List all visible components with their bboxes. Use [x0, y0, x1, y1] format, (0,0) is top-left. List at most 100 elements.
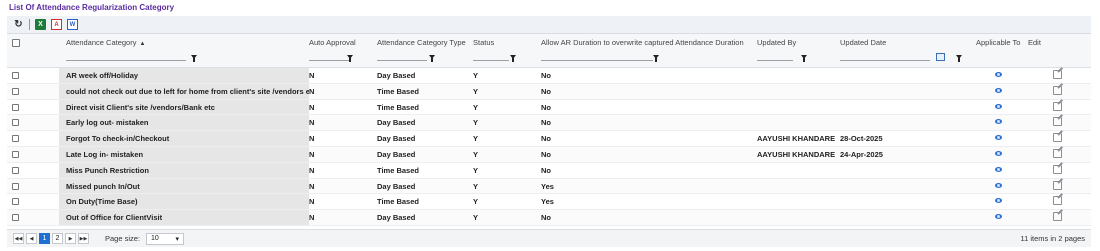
type-cell: Time Based: [377, 197, 419, 207]
edit-icon[interactable]: [1053, 164, 1062, 174]
edit-icon[interactable]: [1053, 85, 1062, 95]
refresh-icon[interactable]: ↻: [13, 19, 24, 30]
edit-icon[interactable]: [1053, 148, 1062, 158]
eye-icon[interactable]: [995, 135, 1002, 141]
allow-ar-cell: No: [541, 165, 551, 175]
calendar-icon[interactable]: [936, 53, 945, 61]
eye-icon[interactable]: [995, 198, 1002, 204]
eye-icon[interactable]: [995, 182, 1002, 188]
row-checkbox[interactable]: [12, 135, 19, 143]
eye-icon[interactable]: [995, 119, 1002, 125]
word-export-icon[interactable]: W: [67, 19, 78, 30]
category-cell: Missed punch In/Out: [59, 178, 309, 194]
auto-approval-filter-input[interactable]: [309, 60, 349, 61]
sort-ascending-icon: ▲: [139, 41, 146, 47]
row-checkbox[interactable]: [12, 150, 19, 158]
column-header-updated-by[interactable]: Updated By: [757, 38, 796, 47]
type-filter-icon[interactable]: [429, 55, 435, 62]
type-cell: Time Based: [377, 86, 419, 96]
page-size-select[interactable]: 10 ▾: [146, 232, 185, 245]
edit-icon[interactable]: [1053, 101, 1062, 111]
updated-by-filter-icon[interactable]: [801, 55, 807, 62]
edit-icon[interactable]: [1053, 133, 1062, 143]
type-cell: Day Based: [377, 149, 416, 159]
type-cell: Day Based: [377, 181, 416, 191]
allow-ar-cell: No: [541, 71, 551, 80]
grid-body: AR week off/Holiday N Day Based Y No could no…: [7, 68, 1091, 226]
type-cell: Time Based: [377, 165, 419, 175]
row-checkbox[interactable]: [12, 182, 19, 190]
eye-icon[interactable]: [995, 103, 1002, 109]
category-cell: Late Log in- mistaken: [59, 146, 309, 162]
auto-approval-cell: N: [309, 197, 315, 207]
row-checkbox[interactable]: [12, 103, 19, 111]
category-cell: Forgot To check-in/Checkout: [59, 131, 309, 146]
allow-ar-cell: No: [541, 102, 551, 112]
updated-date-filter-icon[interactable]: [956, 55, 962, 62]
status-filter-icon[interactable]: [510, 55, 516, 62]
edit-icon[interactable]: [1053, 180, 1062, 190]
status-filter-input[interactable]: [473, 60, 509, 61]
auto-approval-filter-icon[interactable]: [347, 55, 353, 62]
edit-icon[interactable]: [1053, 212, 1062, 222]
column-header-edit: Edit: [1028, 38, 1041, 47]
eye-icon[interactable]: [995, 166, 1002, 172]
type-cell: Day Based: [377, 213, 416, 223]
auto-approval-cell: N: [309, 165, 315, 175]
column-header-allow-ar[interactable]: Allow AR Duration to overwrite captured …: [541, 38, 744, 47]
allow-ar-filter-input[interactable]: [541, 60, 653, 61]
page-title: List Of Attendance Regularization Catego…: [9, 3, 175, 12]
page-1-button[interactable]: 1: [39, 233, 50, 244]
next-page-button[interactable]: ▶: [65, 233, 76, 244]
row-checkbox[interactable]: [12, 214, 19, 222]
edit-icon[interactable]: [1053, 70, 1062, 79]
grid-header: Attendance Category ▲ Auto Approval Atten…: [7, 34, 1091, 68]
allow-ar-cell: No: [541, 134, 551, 144]
column-header-status[interactable]: Status: [473, 38, 494, 47]
status-cell: Y: [473, 118, 479, 128]
column-header-updated-date[interactable]: Updated Date: [840, 38, 886, 47]
status-cell: Y: [473, 102, 479, 112]
page-2-button[interactable]: 2: [52, 233, 63, 244]
table-row: Out of Office for ClientVisit N Day Based Y…: [7, 210, 1091, 226]
updated-date-filter-input[interactable]: [840, 60, 930, 61]
row-checkbox[interactable]: [12, 87, 19, 95]
first-page-button[interactable]: ◀◀: [13, 233, 24, 244]
prev-page-button[interactable]: ◀: [26, 233, 37, 244]
type-filter-input[interactable]: [377, 60, 427, 61]
auto-approval-cell: N: [309, 134, 315, 144]
table-row: could not check out due to left for home…: [7, 83, 1091, 100]
eye-icon[interactable]: [995, 150, 1002, 156]
row-checkbox[interactable]: [12, 119, 19, 127]
eye-icon[interactable]: [995, 214, 1002, 220]
column-header-auto-approval[interactable]: Auto Approval: [309, 38, 356, 47]
edit-icon[interactable]: [1053, 196, 1062, 206]
type-cell: Day Based: [377, 118, 416, 128]
allow-ar-filter-icon[interactable]: [653, 55, 659, 62]
excel-export-icon[interactable]: X: [35, 19, 46, 30]
toolbar-divider: [29, 19, 30, 30]
allow-ar-cell: No: [541, 213, 551, 223]
table-row: On Duty(Time Base) N Time Based Y Yes: [7, 194, 1091, 211]
table-row: Late Log in- mistaken N Day Based Y No AAYUSH…: [7, 146, 1091, 163]
auto-approval-cell: N: [309, 149, 315, 159]
category-cell: Miss Punch Restriction: [59, 162, 309, 178]
column-header-type[interactable]: Attendance Category Type: [377, 38, 466, 47]
select-all-checkbox[interactable]: [12, 39, 20, 47]
row-checkbox[interactable]: [12, 198, 19, 206]
category-filter-icon[interactable]: [191, 55, 197, 62]
pdf-export-icon[interactable]: A: [51, 19, 62, 30]
edit-icon[interactable]: [1053, 117, 1062, 127]
column-header-category-label: Attendance Category: [66, 38, 137, 47]
updated-by-filter-input[interactable]: [757, 60, 793, 61]
category-filter-input[interactable]: [66, 60, 186, 61]
last-page-button[interactable]: ▶▶: [78, 233, 89, 244]
status-cell: Y: [473, 165, 479, 175]
row-checkbox[interactable]: [12, 166, 19, 174]
auto-approval-cell: N: [309, 213, 315, 223]
updated-date-cell: 24-Apr-2025: [840, 149, 883, 159]
eye-icon[interactable]: [995, 72, 1002, 77]
row-checkbox[interactable]: [12, 72, 19, 79]
eye-icon[interactable]: [995, 87, 1002, 93]
column-header-category[interactable]: Attendance Category ▲: [66, 38, 145, 47]
